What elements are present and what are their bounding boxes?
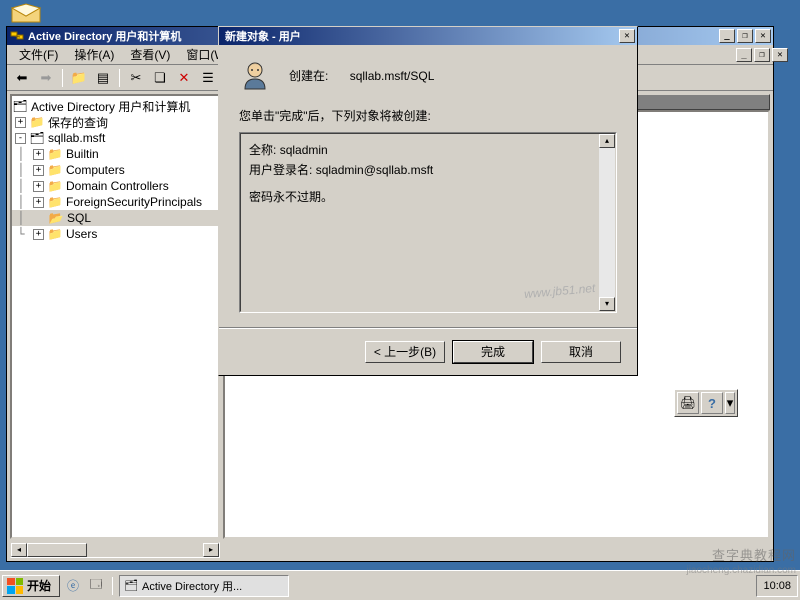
maximize-button[interactable]: ❐ [737, 29, 753, 43]
dialog-close-button[interactable]: ✕ [619, 29, 635, 43]
folder-icon: 📁 [47, 179, 63, 193]
watermark-center: www.jb51.net [523, 278, 596, 305]
cancel-button[interactable]: 取消 [541, 341, 621, 363]
nav-forward-icon[interactable]: ➡ [35, 67, 57, 89]
dialog-title: 新建对象 - 用户 [221, 28, 301, 44]
summary-fullname: 全称: sqladmin [249, 140, 607, 160]
tree-sql[interactable]: │ 📂 SQL [12, 210, 218, 226]
mdi-restore-button[interactable]: ❐ [754, 48, 770, 62]
create-in-path: sqllab.msft/SQL [350, 69, 435, 83]
menu-file[interactable]: 文件(F) [11, 45, 66, 64]
tree-panel[interactable]: 🗂 Active Directory 用户和计算机 + 📁 保存的查询 - 🗂 … [10, 94, 220, 539]
folder-icon: 📁 [47, 195, 63, 209]
taskbar-item-ad[interactable]: 🗂 Active Directory 用... [119, 575, 289, 597]
mdi-close-button[interactable]: ✕ [772, 48, 788, 62]
expander-plus-icon[interactable]: + [33, 197, 44, 208]
desktop-mail-icon[interactable] [10, 2, 42, 26]
minimize-button[interactable]: _ [719, 29, 735, 43]
summary-logon: 用户登录名: sqladmin@sqllab.msft [249, 160, 607, 180]
tree-computers[interactable]: │ + 📁 Computers [12, 162, 218, 178]
tree-fsp[interactable]: │ + 📁 ForeignSecurityPrincipals [12, 194, 218, 210]
help-icon[interactable]: ? [701, 392, 723, 414]
menu-action[interactable]: 操作(A) [66, 45, 122, 64]
content-inline-toolbar: 🖨 ? ▾ [674, 389, 738, 417]
scrollbar-thumb[interactable] [27, 543, 87, 557]
start-button[interactable]: 开始 [2, 575, 60, 597]
tree-builtin[interactable]: │ + 📁 Builtin [12, 146, 218, 162]
domain-icon: 🗂 [29, 131, 45, 145]
menu-view[interactable]: 查看(V) [122, 45, 178, 64]
mdi-minimize-button[interactable]: _ [736, 48, 752, 62]
tree-saved-queries[interactable]: + 📁 保存的查询 [12, 114, 218, 130]
ad-icon: 🗂 [12, 99, 28, 113]
quicklaunch-ie-icon[interactable]: ⓔ [63, 575, 83, 597]
create-in-label: 创建在: [289, 69, 328, 83]
new-user-dialog: 新建对象 - 用户 ✕ 创建在: sqllab.msft/SQL 您单击"完成"… [218, 26, 638, 376]
quicklaunch-desktop-icon[interactable]: 🗔 [86, 575, 106, 597]
mdi-controls: _ ❐ ✕ [734, 48, 788, 62]
more-icon[interactable]: ▾ [725, 392, 735, 414]
scroll-right-icon[interactable]: ▸ [203, 543, 219, 557]
tree-scrollbar[interactable]: ◂ ▸ [10, 542, 220, 558]
dialog-titlebar[interactable]: 新建对象 - 用户 ✕ [219, 27, 637, 45]
windows-flag-icon [7, 578, 23, 594]
scroll-left-icon[interactable]: ◂ [11, 543, 27, 557]
expander-plus-icon[interactable]: + [15, 117, 26, 128]
folder-icon: 📁 [47, 163, 63, 177]
expander-plus-icon[interactable]: + [33, 229, 44, 240]
tray-time: 10:08 [763, 580, 791, 592]
print-icon[interactable]: 🖨 [677, 392, 699, 414]
up-folder-icon[interactable]: 📁 [68, 67, 90, 89]
user-head-icon [239, 59, 271, 91]
mmc-app-icon [9, 28, 25, 44]
finish-button[interactable]: 完成 [453, 341, 533, 363]
nav-back-icon[interactable]: ⬅ [11, 67, 33, 89]
watermark-corner: 查字典教程网 [712, 545, 796, 564]
expander-plus-icon[interactable]: + [33, 165, 44, 176]
show-pane-icon[interactable]: ▤ [92, 67, 114, 89]
folder-icon: 📂 [48, 211, 64, 225]
watermark-corner-url: jiaocheng.chazidian.com [686, 565, 796, 576]
tree-root[interactable]: 🗂 Active Directory 用户和计算机 [12, 98, 218, 114]
expander-plus-icon[interactable]: + [33, 149, 44, 160]
summary-scrollbar[interactable]: ▴ ▾ [599, 134, 615, 311]
task-app-icon: 🗂 [124, 579, 138, 592]
copy-icon-tb[interactable]: ❏ [149, 67, 171, 89]
system-tray[interactable]: 10:08 [756, 575, 798, 597]
properties-icon[interactable]: ☰ [197, 67, 219, 89]
summary-password-policy: 密码永不过期。 [249, 187, 607, 207]
close-button[interactable]: ✕ [755, 29, 771, 43]
taskbar: 开始 ⓔ 🗔 🗂 Active Directory 用... 10:08 [0, 570, 800, 600]
folder-icon: 📁 [47, 227, 63, 241]
expander-plus-icon[interactable]: + [33, 181, 44, 192]
tree-dc[interactable]: │ + 📁 Domain Controllers [12, 178, 218, 194]
dialog-instruction: 您单击"完成"后，下列对象将被创建: [239, 107, 617, 124]
expander-minus-icon[interactable]: - [15, 133, 26, 144]
delete-icon[interactable]: ✕ [173, 67, 195, 89]
mmc-title: Active Directory 用户和计算机 [28, 28, 181, 44]
tree-users[interactable]: └ + 📁 Users [12, 226, 218, 242]
folder-icon: 📁 [47, 147, 63, 161]
scroll-up-icon[interactable]: ▴ [599, 134, 615, 148]
scroll-down-icon[interactable]: ▾ [599, 297, 615, 311]
summary-box: 全称: sqladmin 用户登录名: sqladmin@sqllab.msft… [239, 132, 617, 313]
cut-icon[interactable]: ✂ [125, 67, 147, 89]
tree-domain[interactable]: - 🗂 sqllab.msft [12, 130, 218, 146]
back-button[interactable]: < 上一步(B) [365, 341, 445, 363]
folder-icon: 📁 [29, 115, 45, 129]
